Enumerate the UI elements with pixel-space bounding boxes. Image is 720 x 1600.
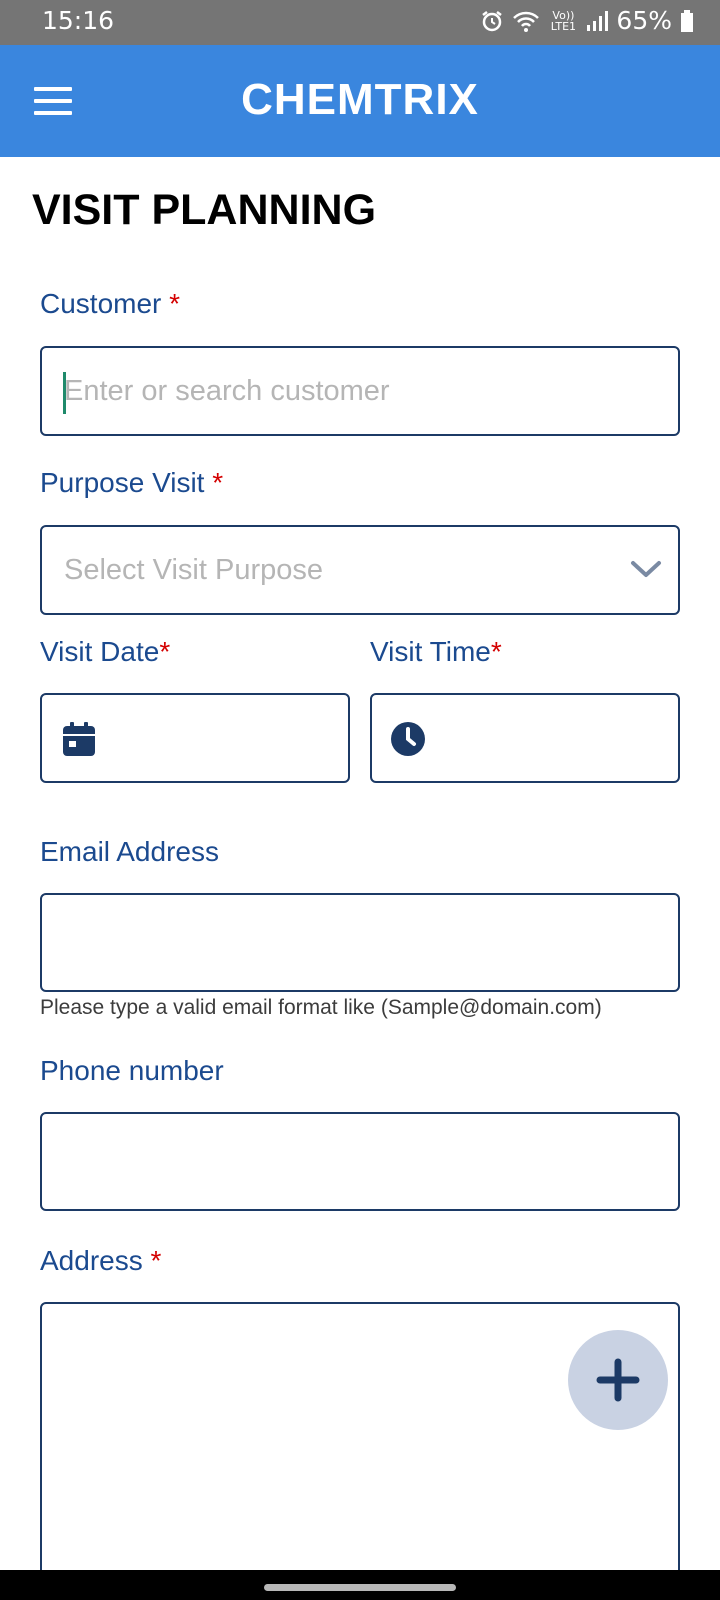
phone-input[interactable] <box>40 1112 680 1211</box>
phone-label: Phone number <box>40 1055 224 1086</box>
required-mark: * <box>159 636 171 667</box>
email-input[interactable] <box>40 893 680 992</box>
add-button[interactable] <box>568 1330 668 1430</box>
visit-date-label: Visit Date* <box>40 636 171 667</box>
email-hint: Please type a valid email format like (S… <box>40 996 602 1019</box>
required-mark: * <box>169 288 181 319</box>
signal-icon <box>587 10 609 31</box>
customer-label: Customer * <box>40 288 181 319</box>
volte-icon: Vo)) LTE1 <box>550 8 577 33</box>
status-icons: Vo)) LTE1 65% <box>480 6 694 35</box>
visit-date-input[interactable] <box>40 693 350 783</box>
home-gesture-handle[interactable] <box>264 1584 456 1591</box>
status-time: 15:16 <box>42 6 115 35</box>
calendar-icon <box>63 722 95 756</box>
status-bar: 15:16 Vo)) LTE1 65% <box>0 0 720 45</box>
page-title: VISIT PLANNING <box>32 186 377 234</box>
customer-search-input[interactable]: Enter or search customer <box>40 346 680 436</box>
battery-icon <box>681 9 693 32</box>
battery-percent: 65% <box>616 6 672 35</box>
system-nav-bar <box>0 1570 720 1600</box>
purpose-placeholder: Select Visit Purpose <box>64 553 323 586</box>
clock-icon <box>391 722 425 756</box>
email-label: Email Address <box>40 836 219 867</box>
purpose-select[interactable]: Select Visit Purpose <box>40 525 680 615</box>
customer-placeholder: Enter or search customer <box>64 374 390 407</box>
required-mark: * <box>150 1245 162 1276</box>
plus-icon <box>596 1358 640 1402</box>
address-label: Address * <box>40 1245 162 1276</box>
chevron-down-icon <box>631 561 661 577</box>
alarm-icon <box>482 10 503 31</box>
visit-time-label: Visit Time* <box>370 636 502 667</box>
app-bar: CHEMTRIX <box>0 45 720 157</box>
visit-time-input[interactable] <box>370 693 680 783</box>
required-mark: * <box>490 636 502 667</box>
purpose-label: Purpose Visit * <box>40 467 224 498</box>
wifi-icon <box>513 11 540 32</box>
app-title: CHEMTRIX <box>241 75 479 124</box>
required-mark: * <box>212 467 224 498</box>
